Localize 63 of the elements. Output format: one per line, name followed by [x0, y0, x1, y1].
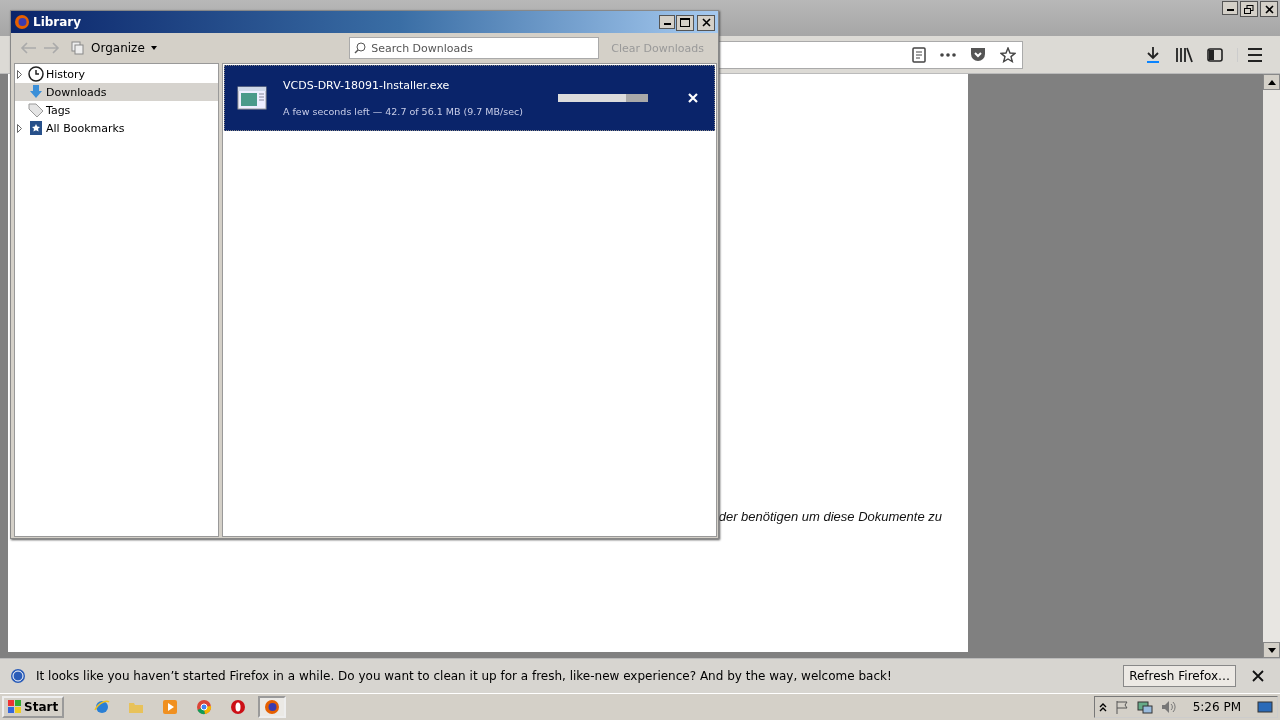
close-button[interactable] [697, 14, 715, 31]
download-icon[interactable] [1145, 45, 1161, 64]
close-icon [1264, 4, 1274, 14]
start-button[interactable]: Start [2, 696, 65, 718]
sidebar-icon[interactable] [1207, 47, 1223, 62]
pages-icon [71, 41, 85, 55]
download-arrow-icon [28, 84, 44, 100]
window-title: Library [33, 15, 82, 29]
clock-icon [28, 66, 44, 82]
minimize-icon [1226, 9, 1234, 11]
organize-button[interactable]: Organize [67, 41, 161, 55]
sidebar-item[interactable]: History [15, 65, 218, 83]
chrome-icon[interactable] [196, 699, 213, 715]
star-book-icon [28, 120, 44, 136]
maximize-button[interactable] [676, 14, 694, 31]
download-item[interactable]: VCDS-DRV-18091-Installer.exe A few seconds left — 42.7 of 56.1 MB (9.7 MB/sec) [224, 65, 715, 131]
flag-icon[interactable] [1114, 700, 1129, 714]
maximize-icon [680, 18, 690, 27]
minimize-button[interactable] [1222, 1, 1238, 15]
library-icon[interactable] [1175, 46, 1193, 63]
program-file-icon [237, 86, 267, 110]
speaker-icon[interactable] [1160, 700, 1177, 714]
download-status: A few seconds left — 42.7 of 56.1 MB (9.7 MB/sec) [283, 106, 524, 117]
firefox-icon [14, 14, 30, 30]
star-icon[interactable] [1000, 46, 1016, 63]
expand-triangle-icon[interactable] [17, 69, 22, 79]
search-icon [354, 42, 367, 54]
scroll-down-button[interactable] [1263, 642, 1280, 658]
taskbar-button[interactable] [258, 696, 287, 718]
minimize-icon [663, 22, 671, 25]
restore-icon [1244, 4, 1254, 14]
close-icon [688, 93, 698, 103]
refresh-button[interactable]: Refresh Firefox… [1123, 665, 1236, 687]
close-button[interactable] [1260, 1, 1278, 17]
minimize-button[interactable] [659, 14, 675, 29]
restore-button[interactable] [1240, 1, 1258, 17]
ie-icon[interactable] [94, 699, 111, 715]
sidebar-item[interactable]: Tags [15, 101, 218, 119]
close-icon[interactable] [1252, 670, 1264, 682]
firefox-icon[interactable] [264, 699, 281, 715]
up-arrow-icon [1267, 79, 1276, 85]
network-icon[interactable] [1136, 700, 1153, 714]
more-icon[interactable] [940, 52, 956, 57]
pocket-icon[interactable] [970, 47, 986, 62]
file-name: VCDS-DRV-18091-Installer.exe [283, 79, 451, 92]
help-icon [10, 668, 26, 684]
chevron-up-icon[interactable] [1098, 702, 1107, 712]
desktop-icon[interactable] [1257, 700, 1273, 714]
expand-triangle-icon[interactable] [17, 123, 22, 133]
search-field[interactable]: Search Downloads [349, 37, 600, 59]
scrollbar-track[interactable] [1263, 74, 1280, 658]
caret-icon [150, 46, 157, 50]
paragraph-text: der benötigen um diese Dokumente zu [718, 509, 942, 524]
clock-text: 5:26 PM [1192, 700, 1241, 714]
windows-logo-icon [8, 700, 22, 714]
scroll-up-button[interactable] [1263, 74, 1280, 90]
down-arrow-icon [1267, 647, 1276, 653]
reader-view-icon[interactable] [912, 46, 926, 63]
notification-message: It looks like you haven’t started Firefox in a while. Do you want to clean it up for a fresh, like-new experience? And by the way, welcome back! [36, 669, 892, 683]
sidebar-item[interactable]: Downloads [15, 83, 218, 101]
close-icon [701, 18, 711, 27]
sidebar-item[interactable]: All Bookmarks [15, 119, 218, 137]
opera-icon[interactable] [230, 699, 247, 715]
